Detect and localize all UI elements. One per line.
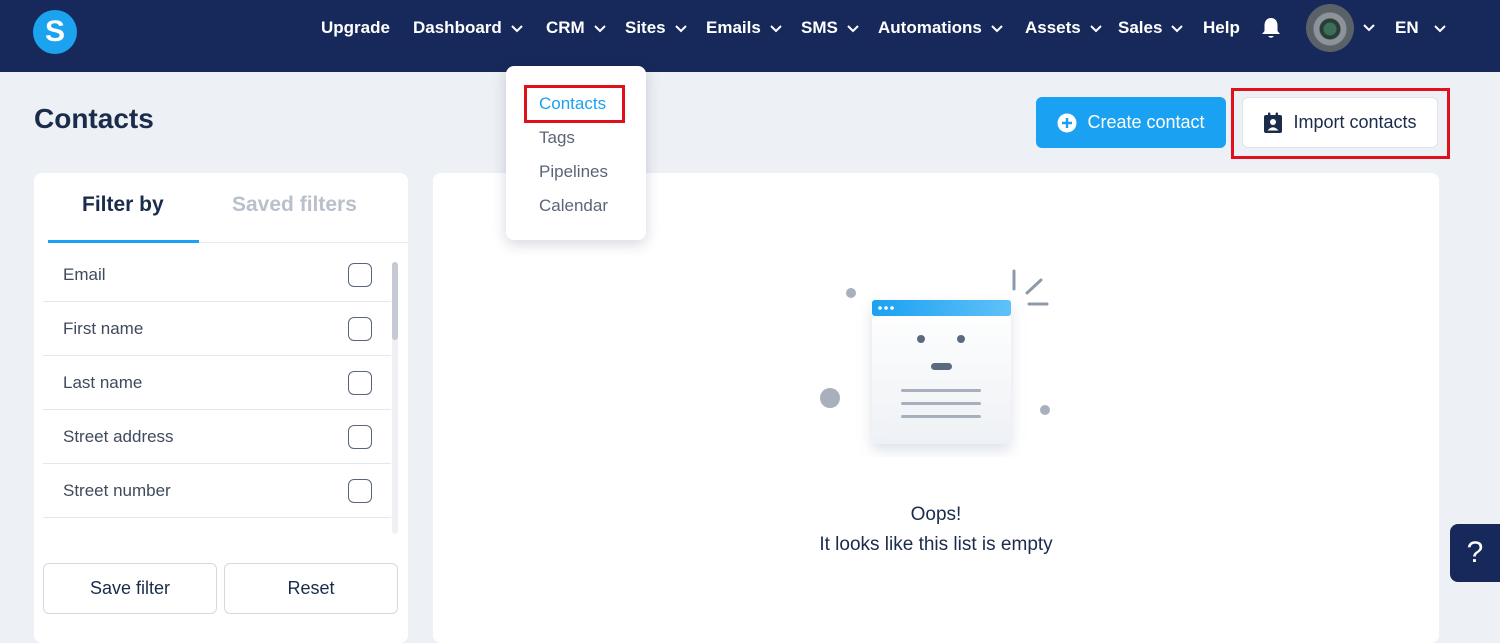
chevron-down-icon	[511, 25, 523, 33]
filter-checkbox[interactable]	[348, 316, 372, 341]
import-contacts-button[interactable]: Import contacts	[1242, 97, 1438, 148]
chevron-down-icon	[770, 25, 782, 33]
nav-sms[interactable]: SMS	[801, 0, 860, 56]
chevron-down-icon	[847, 25, 859, 33]
nav-assets[interactable]: Assets	[1025, 0, 1103, 56]
filter-row-street-number[interactable]: Street number	[43, 464, 391, 518]
reset-button[interactable]: Reset	[224, 563, 398, 614]
plus-circle-icon	[1057, 113, 1077, 132]
filter-checkbox[interactable]	[348, 370, 372, 395]
active-tab-indicator	[48, 240, 199, 243]
chevron-down-icon	[1433, 25, 1446, 33]
create-contact-label: Create contact	[1087, 112, 1205, 132]
language-selector[interactable]: EN	[1395, 0, 1447, 56]
menu-item-calendar[interactable]: Calendar	[539, 196, 608, 216]
app-logo[interactable]: S	[33, 10, 77, 54]
menu-item-pipelines[interactable]: Pipelines	[539, 162, 608, 182]
save-filter-button[interactable]: Save filter	[43, 563, 217, 614]
filter-label: Last name	[63, 372, 143, 392]
filter-checkbox[interactable]	[348, 424, 372, 449]
filter-label: Street address	[63, 426, 174, 446]
nav-sites[interactable]: Sites	[625, 0, 688, 56]
menu-item-tags[interactable]: Tags	[539, 128, 575, 148]
chevron-down-icon	[991, 25, 1003, 33]
tab-saved-filters[interactable]: Saved filters	[232, 193, 357, 217]
menu-item-contacts[interactable]: Contacts	[539, 94, 606, 114]
tab-filter-by[interactable]: Filter by	[82, 193, 164, 217]
create-contact-button[interactable]: Create contact	[1036, 97, 1226, 148]
filter-row-email[interactable]: Email	[43, 248, 391, 302]
chevron-down-icon	[1171, 25, 1184, 33]
chevron-down-icon	[674, 25, 687, 33]
nav-help[interactable]: Help	[1203, 0, 1240, 56]
page-title: Contacts	[34, 103, 154, 134]
filter-scrollbar-thumb[interactable]	[392, 262, 398, 340]
filter-row-last-name[interactable]: Last name	[43, 356, 391, 410]
chevron-down-icon[interactable]	[1362, 22, 1376, 32]
filter-checkbox[interactable]	[348, 478, 372, 503]
filter-row-first-name[interactable]: First name	[43, 302, 391, 356]
nav-dashboard[interactable]: Dashboard	[413, 0, 524, 56]
bell-icon[interactable]	[1260, 16, 1282, 40]
nav-upgrade[interactable]: Upgrade	[321, 0, 390, 56]
filter-row-street-address[interactable]: Street address	[43, 410, 391, 464]
nav-emails[interactable]: Emails	[706, 0, 783, 56]
chevron-down-icon	[594, 25, 606, 33]
user-avatar[interactable]	[1306, 4, 1354, 52]
empty-list-illustration	[820, 269, 1050, 444]
nav-crm[interactable]: CRM	[546, 0, 607, 56]
filter-label: Street number	[63, 480, 171, 500]
nav-automations[interactable]: Automations	[878, 0, 1004, 56]
empty-state-title: Oops!	[910, 504, 962, 525]
filter-field-list: Email First name Last name Street addres…	[43, 248, 391, 518]
import-contacts-label: Import contacts	[1293, 112, 1417, 132]
filter-checkbox[interactable]	[348, 262, 372, 287]
empty-state-message: It looks like this list is empty	[819, 534, 1053, 555]
help-button[interactable]: ?	[1450, 524, 1500, 582]
chevron-down-icon	[1090, 25, 1102, 33]
top-nav-bar: S Upgrade Dashboard CRM Sites Emails SMS…	[0, 0, 1500, 72]
filter-label: First name	[63, 318, 144, 338]
contact-card-icon	[1264, 112, 1283, 133]
nav-sales[interactable]: Sales	[1118, 0, 1184, 56]
filter-label: Email	[63, 264, 106, 284]
